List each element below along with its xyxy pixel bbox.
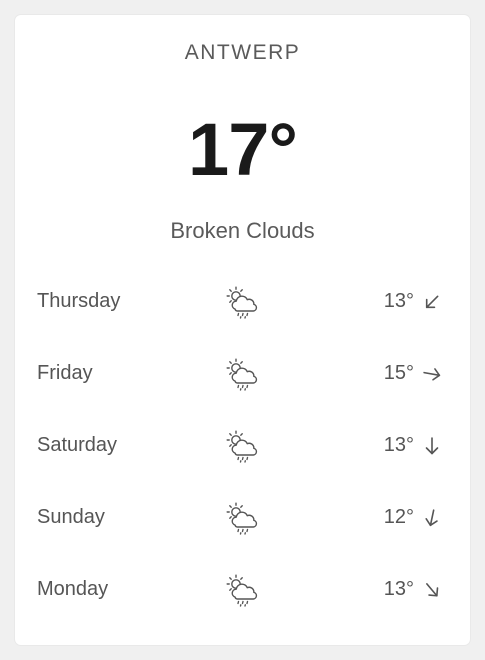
current-condition: Broken Clouds [170,218,315,243]
weather-card: ANTWERP 17° Broken Clouds Thursday 13° F… [15,15,470,645]
forecast-temperature: 13° [383,290,414,312]
forecast-day: Saturday [37,434,118,456]
partly-cloudy-rain-icon [224,429,260,463]
current-temperature: 17° [188,108,298,191]
forecast-row: Thursday 13° [15,266,470,338]
forecast-row: Sunday 12° [15,482,470,554]
partly-cloudy-rain-icon [224,285,260,319]
forecast-row: Monday 13° [15,554,470,626]
partly-cloudy-rain-icon [224,501,260,535]
forecast-day: Thursday [37,290,121,312]
forecast-day: Monday [37,578,109,600]
partly-cloudy-rain-icon [224,357,260,391]
wind-direction-arrow-icon [422,364,442,384]
forecast-list: Thursday 13° Friday 15° Saturday 13° Sun… [15,266,470,626]
forecast-temperature: 13° [383,434,414,456]
wind-direction-arrow-icon [422,292,442,312]
forecast-row: Friday 15° [15,338,470,410]
forecast-row: Saturday 13° [15,410,470,482]
forecast-day: Friday [37,362,93,384]
wind-direction-arrow-icon [422,436,442,456]
forecast-temperature: 12° [383,506,414,528]
wind-direction-arrow-icon [422,580,442,600]
forecast-day: Sunday [37,506,105,528]
forecast-temperature: 13° [383,578,414,600]
city-name: ANTWERP [184,41,301,64]
wind-direction-arrow-icon [422,508,442,528]
forecast-temperature: 15° [383,362,414,384]
partly-cloudy-rain-icon [224,573,260,607]
